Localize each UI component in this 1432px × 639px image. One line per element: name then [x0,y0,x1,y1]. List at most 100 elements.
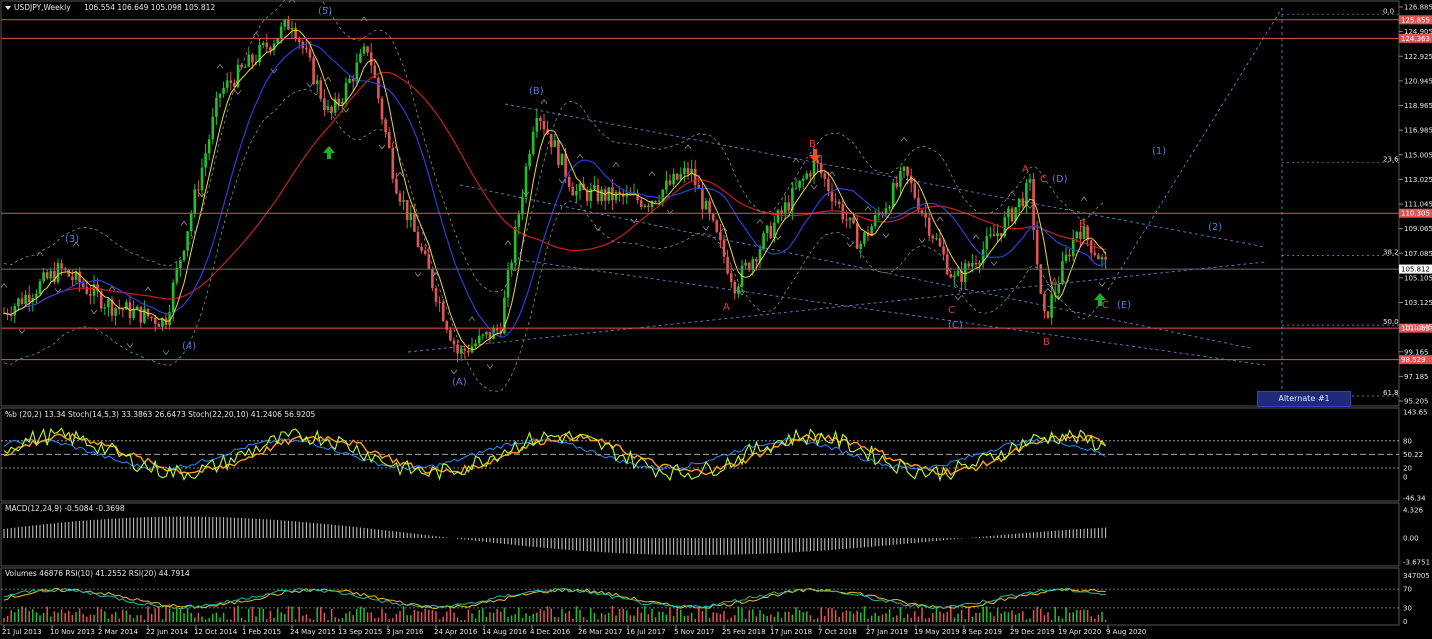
candle-body [308,49,312,58]
candle-body [913,183,917,198]
ohlc-values: 106.554 106.649 105.098 105.812 [84,3,215,12]
candle-body [485,331,488,335]
candle-body [567,176,571,187]
date-axis-label: 24 May 2015 [290,628,336,636]
wave-label: (A) [452,377,467,388]
candle-body [1093,252,1097,256]
fib-label: 61.8 [1383,389,1399,397]
macd-axis-label: 0.00 [1403,535,1419,543]
candle-body [420,247,423,251]
date-axis-label: 4 Dec 2016 [530,628,571,636]
candle-body [780,210,783,213]
candle-body [816,159,819,164]
candle-body [27,294,31,303]
candle-body [197,189,200,191]
candle-body [614,191,618,201]
candle-body [416,231,420,248]
date-axis-label: 26 Mar 2017 [578,628,622,636]
candle-body [996,233,999,237]
alternate-count-label[interactable]: Alternate #1 [1257,391,1351,407]
candle-body [513,226,517,263]
candle-body [319,80,323,99]
candle-body [431,269,434,289]
candle-body [171,282,175,313]
candle-body [312,57,315,84]
candle-body [935,238,938,240]
candle-body [387,131,391,148]
candle-body [211,116,215,140]
wave-label: C [1102,300,1109,311]
macd-panel[interactable] [0,502,1400,567]
date-axis-label: 17 Jun 2018 [770,628,812,636]
candle-body [521,196,524,215]
candle-body [675,173,679,180]
candle-body [697,185,701,189]
candle-body [888,207,891,209]
wave-label: (2) [1208,222,1222,233]
candle-body [909,175,913,184]
candle-body [200,167,204,191]
date-axis-label: 16 Jul 2017 [626,628,666,636]
candle-body [1010,208,1014,222]
price-axis-label: 126.885 [1404,4,1432,12]
osc-axis-label: 0 [1403,474,1407,482]
candle-body [708,200,711,214]
candle-body [24,294,27,305]
wave-label: B [809,139,816,150]
candle-body [643,205,647,208]
volume-rsi-panel[interactable] [0,567,1400,626]
candle-body [967,263,971,267]
candle-body [413,213,416,232]
price-axis-label: 109.065 [1404,225,1432,233]
candle-body [405,200,409,221]
candle-body [348,78,351,83]
candle-body [81,283,85,287]
candle-body [276,38,279,44]
osc-axis-label: 50.22 [1403,451,1423,459]
candle-body [121,308,125,310]
candle-body [107,299,110,308]
candle-body [366,46,369,53]
candle-body [1050,294,1053,318]
candle-body [719,231,722,241]
candle-body [49,270,53,279]
macd-panel-title: MACD(12,24,9) -0.5084 -0.3698 [5,504,125,513]
candle-body [729,273,733,282]
date-axis-label: 10 Nov 2013 [50,628,95,636]
price-axis-label: 111.045 [1404,201,1432,209]
candle-body [859,243,863,249]
candle-body [398,193,402,202]
candle-body [654,201,657,203]
osc-axis-label: -46.34 [1403,495,1426,503]
date-axis-label: 29 Dec 2019 [1010,628,1055,636]
wave-label: A [723,302,730,313]
main-price-panel[interactable] [0,0,1400,407]
candle-body [315,80,319,84]
price-axis-label: 116.985 [1404,127,1432,135]
chart-canvas[interactable]: 125.855124.363110.305105.812101.06398.52… [0,0,1432,639]
candle-body [963,263,967,282]
candle-body [953,275,956,278]
candle-body [344,82,348,102]
candle-body [1064,254,1068,262]
candle-body [402,200,405,202]
candle-body [279,26,283,39]
date-axis-label: 25 Feb 2018 [722,628,766,636]
chart-title: USDJPY,Weekly 106.554 106.649 105.098 10… [5,3,215,12]
candle-body [438,301,441,303]
candle-body [1079,231,1082,239]
candle-body [9,315,13,317]
price-axis-label: 107.085 [1404,250,1432,258]
candle-body [575,191,578,196]
wave-label: B [1079,219,1086,230]
wave-label: A [1022,164,1029,175]
candle-body [377,77,380,99]
candle-body [783,202,787,213]
osc-axis-label: 80 [1403,437,1412,445]
candle-body [776,210,780,223]
candle-body [362,46,366,54]
candle-body [924,213,927,218]
candle-body [103,307,107,309]
candle-body [477,335,481,344]
candle-body [1035,229,1039,265]
